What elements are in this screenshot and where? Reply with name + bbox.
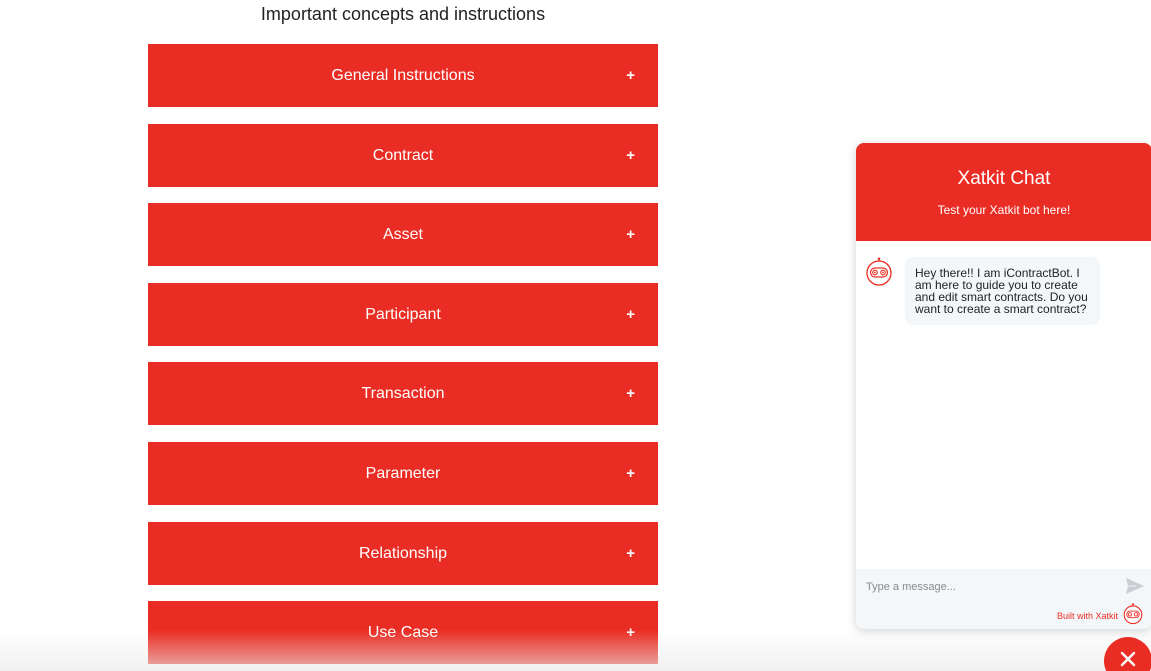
chat-widget: Xatkit Chat Test your Xatkit bot here! H…: [856, 143, 1151, 629]
chat-close-button[interactable]: [1104, 637, 1151, 671]
accordion-item-label: Parameter: [365, 464, 441, 482]
xatkit-logo-icon: [1122, 603, 1144, 625]
chat-footer: Built with Xatkit: [856, 569, 1151, 629]
accordion-item-relationship[interactable]: Relationship +: [148, 521, 658, 585]
send-icon[interactable]: [1124, 575, 1146, 597]
chat-subtitle: Test your Xatkit bot here!: [937, 203, 1071, 217]
accordion-item-parameter[interactable]: Parameter +: [148, 441, 658, 505]
concepts-accordion: General Instructions + Contract + Asset …: [148, 44, 658, 671]
chat-title: Xatkit Chat: [957, 168, 1051, 189]
accordion-item-participant[interactable]: Participant +: [148, 282, 658, 346]
chat-messages: Hey there!! I am iContractBot. I am here…: [856, 241, 1151, 569]
accordion-item-label: Use Case: [367, 624, 439, 642]
plus-icon[interactable]: +: [626, 601, 635, 664]
accordion-item-label: General Instructions: [331, 67, 475, 84]
page-title: Important concepts and instructions: [260, 4, 546, 24]
accordion-item-use-case[interactable]: Use Case +: [148, 601, 658, 665]
plus-icon[interactable]: +: [626, 283, 635, 346]
plus-icon[interactable]: +: [626, 362, 635, 425]
built-with-link[interactable]: Built with Xatkit: [1057, 611, 1118, 621]
accordion-item-general-instructions[interactable]: General Instructions +: [148, 44, 658, 107]
accordion-item-transaction[interactable]: Transaction +: [148, 362, 658, 426]
plus-icon[interactable]: +: [626, 124, 635, 187]
accordion-item-contract[interactable]: Contract +: [148, 123, 658, 187]
chat-header: Xatkit Chat Test your Xatkit bot here!: [856, 143, 1151, 241]
plus-icon[interactable]: +: [626, 44, 635, 107]
plus-icon[interactable]: +: [626, 522, 635, 585]
message-input[interactable]: [864, 573, 1108, 601]
accordion-item-label: Asset: [382, 226, 423, 244]
bot-message: Hey there!! I am iContractBot. I am here…: [905, 257, 1100, 325]
plus-icon[interactable]: +: [626, 203, 635, 266]
robot-icon: [864, 257, 894, 287]
plus-icon[interactable]: +: [626, 442, 635, 505]
close-icon: [1120, 651, 1136, 667]
accordion-item-label: Relationship: [358, 544, 448, 562]
accordion-item-label: Participant: [365, 305, 441, 323]
accordion-item-asset[interactable]: Asset +: [148, 203, 658, 267]
accordion-item-label: Contract: [372, 146, 434, 164]
accordion-item-label: Transaction: [361, 385, 445, 403]
